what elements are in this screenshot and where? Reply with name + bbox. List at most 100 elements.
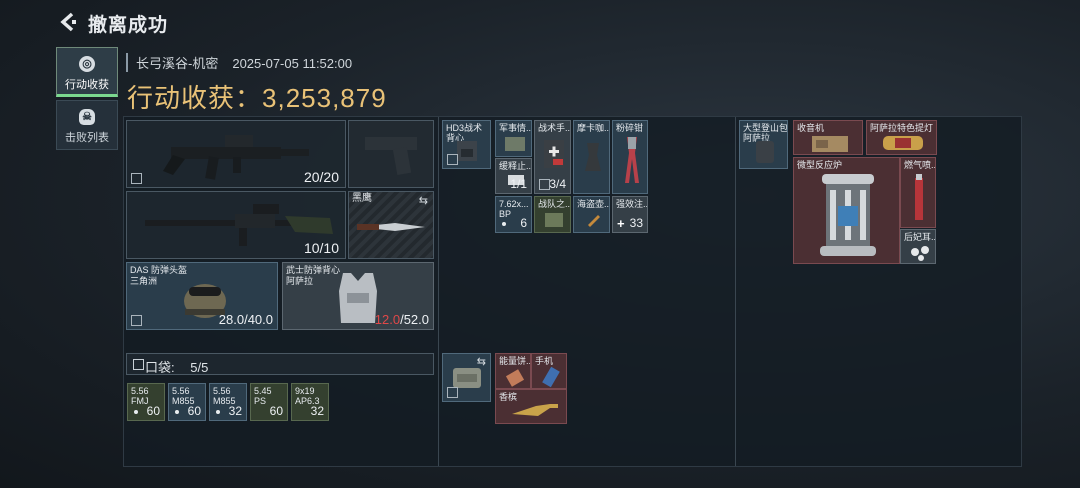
item-name: 摩卡咖... [577, 123, 610, 133]
backpack-item[interactable]: 微型反应炉 [793, 157, 900, 264]
helmet-durability: 28.0/40.0 [218, 312, 273, 327]
rig-item[interactable]: 海盗壶... [573, 196, 610, 233]
gas-torch-icon [915, 174, 923, 220]
unlock-icon [447, 154, 458, 165]
item-name: 海盗壶... [577, 199, 610, 209]
loot-value-label: 行动收获： [127, 83, 263, 113]
chest-rig-slot[interactable]: HD3战术背心 [442, 120, 491, 169]
pouch-slot[interactable]: ⇆ [442, 353, 491, 402]
item-count: 32 [228, 404, 242, 418]
pistol-icon [365, 137, 417, 176]
reactor-icon [820, 174, 876, 256]
item-name: 9x19 [295, 386, 315, 396]
ammo-dot-icon [134, 410, 138, 414]
target-icon: ◎ [79, 56, 95, 72]
item-name: 燃气喷... [904, 160, 936, 170]
rig-item[interactable]: 战术手... 3/4 [534, 120, 571, 194]
pocket-label: 口袋: [145, 360, 175, 375]
pocket-item[interactable]: 5.56 FMJ 60 [127, 383, 165, 421]
raid-datetime: 2025-07-05 11:52:00 [232, 56, 353, 71]
earring-icon [911, 246, 929, 261]
melee-slot[interactable]: 黑鹰 ⇆ [348, 191, 434, 259]
item-name: 5.56 [172, 386, 190, 396]
rig-item[interactable]: 强效注... + 33 [612, 196, 648, 233]
rig-item[interactable]: 摩卡咖... [573, 120, 610, 194]
armor-sub: 阿萨拉 [286, 276, 314, 286]
intel-doc-icon [505, 137, 525, 151]
armor-slot[interactable]: 武士防弹背心 阿萨拉 12.0/52.0 [282, 262, 434, 330]
item-name: 微型反应炉 [797, 160, 843, 170]
backpack-item[interactable]: 后妃耳... [900, 229, 936, 264]
item-count: 60 [146, 404, 160, 418]
secondary-weapon-slot[interactable]: 10/10 [126, 191, 346, 259]
flask-icon [588, 215, 600, 227]
ammo-dot-icon [216, 410, 220, 414]
back-icon[interactable] [58, 11, 78, 33]
item-name: 粉碎钳 [616, 123, 644, 133]
item-count: 1/1 [510, 177, 527, 191]
backpack-slot[interactable]: 大型登山包 阿萨拉 [739, 120, 788, 169]
item-count: 3/4 [549, 177, 566, 191]
pocket-item[interactable]: 5.56 M855 60 [168, 383, 206, 421]
item-count: 33 [629, 216, 643, 230]
tab-loot[interactable]: ◎ 行动收获 [56, 47, 118, 97]
rig-item[interactable]: 粉碎钳 [612, 120, 648, 194]
pocket-header: 口袋: 5/5 [126, 353, 434, 375]
pocket-item[interactable]: 5.45 PS 60 [250, 383, 288, 421]
backpack-name: 大型登山包 [743, 123, 788, 133]
ammo-dot-icon [502, 222, 506, 226]
pouch-item[interactable]: 手机 [531, 353, 567, 389]
pistol-slot[interactable] [348, 120, 434, 188]
helmet-sub: 三角洲 [130, 276, 158, 286]
rifle-icon [163, 135, 309, 180]
ammo-count: 10/10 [303, 240, 339, 256]
item-name: 军事情... [499, 123, 532, 133]
item-sub: PS [254, 396, 267, 406]
item-name: 能量饼... [499, 356, 531, 366]
armor-durability-current: 12.0 [374, 312, 401, 327]
backpack-icon [756, 141, 774, 163]
tab-kills[interactable]: ☠ 击败列表 [56, 100, 118, 150]
pocket-item[interactable]: 5.56 M855 32 [209, 383, 247, 421]
primary-weapon-slot[interactable]: 20/20 [126, 120, 346, 188]
armor-durability-max: /52.0 [400, 312, 429, 327]
item-sub: BP [499, 209, 512, 219]
item-name: 5.45 [254, 386, 272, 396]
pocket-item[interactable]: 9x19 AP6.3 32 [291, 383, 329, 421]
pouch-item[interactable]: 香槟 [495, 389, 567, 424]
ammo-dot-icon [175, 410, 179, 414]
lantern-icon [883, 136, 923, 150]
melee-name: 黑鹰 [352, 193, 372, 204]
tab-loot-label: 行动收获 [65, 79, 109, 91]
armor-name: 武士防弹背心 [286, 265, 341, 275]
item-name: 战术手... [538, 123, 571, 133]
rig-item[interactable]: 战队之... [534, 196, 571, 233]
backpack-item[interactable]: 燃气喷... [900, 157, 936, 228]
pliers-icon [625, 137, 639, 183]
item-count: 6 [520, 216, 527, 230]
rig-item[interactable]: 7.62x... BP 6 [495, 196, 532, 233]
unlock-icon [447, 387, 458, 398]
pouch-item[interactable]: 能量饼... [495, 353, 531, 389]
item-name: 强效注... [616, 199, 648, 209]
backpack-item[interactable]: 收音机 [793, 120, 863, 155]
item-name: 5.56 [131, 386, 149, 396]
helmet-slot[interactable]: DAS 防弹头盔 三角洲 28.0/40.0 [126, 262, 278, 330]
item-name: 战队之... [538, 199, 571, 209]
item-name: 5.56 [213, 386, 231, 396]
phone-icon [542, 366, 560, 388]
medkit-icon [544, 140, 564, 168]
loot-value: 行动收获：3,253,879 [127, 78, 387, 115]
unlock-icon [131, 315, 142, 326]
item-name: 缓释止... [499, 161, 532, 171]
knife-icon [357, 223, 425, 231]
swap-icon[interactable]: ⇆ [419, 194, 428, 207]
ammo-count: 20/20 [303, 169, 339, 185]
rig-item[interactable]: 军事情... [495, 120, 532, 157]
raid-info: 长弓溪谷-机密 2025-07-05 11:52:00 [126, 53, 352, 72]
plus-icon: + [617, 216, 625, 231]
rig-item[interactable]: 缓释止... 1/1 [495, 158, 532, 194]
backpack-item[interactable]: 阿萨拉特色提灯 [866, 120, 937, 155]
item-count: 32 [310, 404, 324, 418]
champagne-icon [512, 404, 558, 416]
